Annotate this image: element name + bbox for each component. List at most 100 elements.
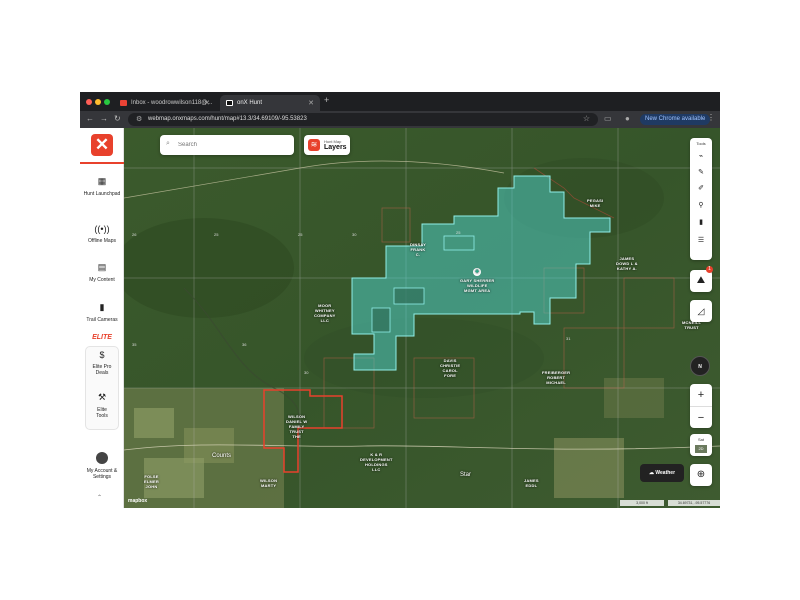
owner-label[interactable]: FOLSE ELMER JOHN: [144, 474, 159, 489]
chrome-menu-icon[interactable]: ⋮: [707, 113, 715, 122]
waypoint-icon[interactable]: ⚲: [690, 201, 712, 209]
url-text: webmap.onxmaps.com/hunt/map#13.3/34.6910…: [148, 116, 307, 122]
sidebar-item-elite-tools[interactable]: ⚒ Elite Tools: [80, 392, 124, 419]
notification-badge: 1: [706, 266, 713, 273]
mapbox-attribution[interactable]: mapbox: [128, 498, 147, 504]
locate-me-button[interactable]: ⊕: [690, 464, 712, 486]
mountain-icon: ⛰: [696, 275, 706, 286]
layers-label: Layers: [324, 144, 347, 151]
town-label: Counts: [212, 453, 232, 459]
field: [554, 438, 624, 498]
wma-label[interactable]: ✚ GARY SHERRER WILDLIFE MGMT AREA: [460, 268, 494, 293]
zoom-in-button[interactable]: +: [690, 384, 712, 406]
owner-label[interactable]: JAMES DOWD L & KATHY A.: [616, 256, 638, 271]
owner-label[interactable]: WILSON DANIEL W FAMILY TRUST THE: [286, 414, 307, 439]
owner-label[interactable]: MOOR WHITNEY COMPANY LLC: [314, 303, 336, 323]
owner-label[interactable]: DINSAY FRANK C.: [410, 242, 426, 257]
sidebar-item-label: Hunt Launchpad: [83, 191, 121, 197]
section-number: 26: [132, 232, 137, 237]
search-input[interactable]: [178, 139, 288, 151]
elevation-button[interactable]: ◿: [690, 300, 712, 322]
map-canvas[interactable]: ✚ GARY SHERRER WILDLIFE MGMT AREA PEGASI…: [124, 128, 720, 508]
gmail-icon: [120, 100, 127, 106]
forward-icon[interactable]: →: [100, 114, 108, 123]
maximize-window-button[interactable]: [104, 99, 110, 105]
section-number: 30: [352, 232, 357, 237]
elevation-profile-icon: ◿: [697, 306, 705, 316]
filter-icon[interactable]: ☰: [690, 236, 712, 244]
tab-gmail[interactable]: Inbox - woodrowwilson118@... ✕: [114, 95, 216, 111]
sidebar-item-label: My Account & Settings: [86, 468, 118, 480]
sidebar-item-hunt-launchpad[interactable]: ▦ Hunt Launchpad: [80, 176, 124, 197]
section-number: 25: [298, 232, 303, 237]
close-window-button[interactable]: [86, 99, 92, 105]
field: [134, 408, 174, 438]
sidebar-item-label: Offline Maps: [88, 238, 116, 244]
sidebar-item-trail-cameras[interactable]: ▮ Trail Cameras: [80, 302, 124, 323]
onx-app: ✕ ▦ Hunt Launchpad ((•)) Offline Maps ▤ …: [80, 128, 720, 508]
sidebar-item-account[interactable]: My Account & Settings: [80, 468, 124, 480]
wma-inholding: [393, 287, 425, 305]
basemap-mode: 2D: [695, 445, 707, 453]
site-info-icon[interactable]: ⚙: [136, 115, 142, 123]
sidebar-item-label: Elite Tools: [96, 407, 108, 419]
compass-button[interactable]: N: [690, 356, 710, 376]
tab-strip: Inbox - woodrowwilson118@... ✕ onX Hunt …: [80, 92, 720, 111]
minimize-window-button[interactable]: [95, 99, 101, 105]
section-number: 30: [304, 370, 309, 375]
avatar[interactable]: [96, 452, 108, 464]
terrain-3d-button[interactable]: ⛰: [690, 270, 712, 292]
owner-label[interactable]: PEGASI MIKE: [587, 198, 603, 208]
collapse-sidebar-icon[interactable]: ⌃: [97, 494, 102, 501]
new-chrome-available-button[interactable]: New Chrome available: [640, 114, 711, 125]
back-icon[interactable]: ←: [86, 114, 94, 123]
elite-label: ELITE: [92, 334, 112, 341]
section-number: 36: [242, 342, 247, 347]
zoom-out-button[interactable]: −: [690, 406, 712, 428]
layers-button[interactable]: ≋ Hunt Map Layers: [304, 135, 350, 155]
profile-icon[interactable]: ●: [625, 114, 630, 123]
tools-icon: ⚒: [97, 392, 107, 402]
tools-panel: Tools ⌁ ✎ ✐ ⚲ ▮ ☰: [690, 138, 712, 260]
scale-bar: 3,000 ft: [620, 500, 664, 506]
basemap-toggle-button[interactable]: Sat 2D: [690, 434, 712, 456]
route-icon[interactable]: ⌁: [690, 152, 712, 160]
section-number: 35: [132, 342, 137, 347]
sidebar: ✕ ▦ Hunt Launchpad ((•)) Offline Maps ▤ …: [80, 128, 124, 508]
section-number: 31: [566, 336, 571, 341]
onx-logo[interactable]: ✕: [91, 134, 113, 156]
owner-label[interactable]: K & R DEVELOPMENT HOLDINGS LLC: [360, 452, 393, 472]
owner-label[interactable]: JAMES EDDL: [524, 478, 539, 488]
tab-onx-hunt[interactable]: onX Hunt ✕: [220, 95, 320, 111]
browser-window: Inbox - woodrowwilson118@... ✕ onX Hunt …: [80, 92, 720, 508]
measure-icon[interactable]: ✐: [690, 184, 712, 192]
new-tab-button[interactable]: +: [324, 95, 329, 105]
layers-icon: ≋: [308, 139, 320, 151]
address-bar[interactable]: ⚙ webmap.onxmaps.com/hunt/map#13.3/34.69…: [128, 113, 598, 126]
section-number: 25: [214, 232, 219, 237]
weather-button[interactable]: ☁ Weather: [640, 464, 684, 482]
owner-label[interactable]: FREIBERGER ROBERT MICHAEL: [542, 370, 570, 385]
sidebar-item-elite-pro-deals[interactable]: $ Elite Pro Deals: [80, 350, 124, 376]
bookmark-star-icon[interactable]: ☆: [583, 114, 590, 123]
search-box[interactable]: ⌕: [160, 135, 294, 155]
owner-label[interactable]: WILSON MARTY: [260, 478, 277, 488]
sidebar-item-my-content[interactable]: ▤ My Content: [80, 262, 124, 283]
camera-icon: ▮: [99, 302, 105, 312]
pen-icon[interactable]: ✎: [690, 168, 712, 176]
broadcast-icon: ((•)): [94, 224, 110, 234]
cursor-coordinates: 34.69731, -95.57776: [668, 500, 720, 506]
satellite-map[interactable]: [124, 128, 720, 508]
close-tab-icon[interactable]: ✕: [308, 99, 314, 107]
owner-label[interactable]: DAVIS CHRISTIE CAROL FORE: [440, 358, 460, 378]
address-toolbar: ← → ↻ ⚙ webmap.onxmaps.com/hunt/map#13.3…: [80, 111, 720, 128]
reload-icon[interactable]: ↻: [114, 114, 121, 123]
dollar-icon: $: [99, 350, 105, 360]
share-icon[interactable]: ▮: [690, 218, 712, 226]
search-icon: ⌕: [166, 140, 170, 147]
cast-icon[interactable]: ▭: [604, 114, 612, 123]
sidebar-item-label: My Content: [89, 277, 115, 283]
wma-inholding: [371, 307, 391, 333]
sidebar-item-offline-maps[interactable]: ((•)) Offline Maps: [80, 224, 124, 244]
close-tab-icon[interactable]: ✕: [204, 99, 210, 107]
